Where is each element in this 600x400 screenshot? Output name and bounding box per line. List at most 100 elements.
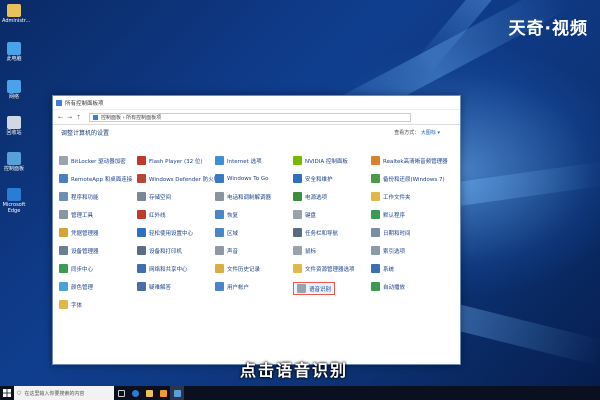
control-panel-item[interactable]: 设备管理器 (59, 246, 99, 255)
control-panel-item[interactable]: 疑难解答 (137, 282, 171, 291)
breadcrumb[interactable]: 控制面板 › 所有控制面板项 (89, 112, 411, 122)
control-panel-item[interactable]: 管理工具 (59, 210, 93, 219)
control-panel-item-label: Windows Defender 防火墙 (149, 176, 220, 183)
up-arrow-icon[interactable]: ↑ (74, 114, 83, 121)
control-panel-item[interactable]: 备份和还原(Windows 7) (371, 174, 445, 183)
desktop-icon[interactable]: Microsoft Edge (2, 188, 26, 214)
control-panel-item[interactable]: 日期和时间 (371, 228, 411, 237)
control-panel-item[interactable]: Internet 选项 (215, 156, 262, 165)
control-panel-item[interactable]: 轻松使用设置中心 (137, 228, 193, 237)
control-panel-item[interactable]: 安全和维护 (293, 174, 333, 183)
control-panel-item[interactable]: 网络和共享中心 (137, 264, 188, 273)
control-panel-item[interactable]: 文件历史记录 (215, 264, 260, 273)
control-panel-item[interactable]: RemoteApp 和桌面连接 (59, 174, 132, 183)
control-panel-item-label: 凭据管理器 (71, 230, 99, 237)
control-panel-item-label: RemoteApp 和桌面连接 (71, 176, 133, 183)
control-panel-items: BitLocker 驱动器加密 Flash Player (32 位) Intern… (53, 152, 460, 352)
control-panel-item[interactable]: 设备和打印机 (137, 246, 182, 255)
control-panel-item[interactable]: 存储空间 (137, 192, 171, 201)
title-bar[interactable]: 所有控制面板项 (53, 96, 460, 110)
control-panel-item[interactable]: Flash Player (32 位) (137, 156, 203, 165)
control-panel-item[interactable]: 任务栏和导航 (293, 228, 338, 237)
control-panel-item-label: 疑难解答 (149, 284, 172, 291)
taskbar: ○ 在这里输入你要搜索的内容 (0, 386, 600, 400)
troubleshooting-icon (137, 282, 146, 291)
nvidia-icon (293, 156, 302, 165)
control-panel-item-label: 管理工具 (71, 212, 94, 219)
forward-arrow-icon[interactable]: → (65, 114, 74, 121)
programs-icon (59, 192, 68, 201)
view-by-value[interactable]: 大图标 ▾ (421, 130, 440, 136)
control-panel-item-label: 程序和功能 (71, 194, 99, 201)
control-panel-item[interactable]: 键盘 (293, 210, 316, 219)
storage-spaces-icon (137, 192, 146, 201)
start-button[interactable] (0, 386, 14, 400)
control-panel-item[interactable]: 区域 (215, 228, 238, 237)
control-panel-item-label: Internet 选项 (227, 158, 262, 165)
control-panel-item[interactable]: 工作文件夹 (371, 192, 411, 201)
control-panel-item-label: 日期和时间 (383, 230, 411, 237)
control-panel-item-label: 默认程序 (383, 212, 406, 219)
control-panel-item[interactable]: 颜色管理 (59, 282, 93, 291)
control-panel-item[interactable]: 索引选项 (371, 246, 405, 255)
desktop-icon[interactable]: 控制面板 (2, 152, 26, 172)
control-panel-item-label: 红外线 (149, 212, 166, 219)
task-view-button[interactable] (114, 386, 128, 400)
realtek-audio-icon (371, 156, 380, 165)
control-panel-item[interactable]: 红外线 (137, 210, 166, 219)
control-panel-item[interactable]: Windows To Go (215, 174, 268, 183)
control-panel-item[interactable]: 用户帐户 (215, 282, 249, 291)
backup-icon (371, 174, 380, 183)
region-icon (215, 228, 224, 237)
control-panel-item-label: NVIDIA 控制面板 (305, 158, 348, 165)
control-panel-item[interactable]: 字体 (59, 300, 82, 309)
back-arrow-icon[interactable]: ← (56, 114, 65, 121)
desktop-icon[interactable]: 回收站 (2, 116, 26, 136)
view-by-control[interactable]: 查看方式： 大图标 ▾ (394, 129, 440, 136)
control-panel-item[interactable]: 语音识别 (293, 282, 336, 295)
control-panel-item[interactable]: 鼠标 (293, 246, 316, 255)
sound-icon (215, 246, 224, 255)
control-panel-item[interactable]: 同步中心 (59, 264, 93, 273)
control-panel-item[interactable]: 默认程序 (371, 210, 405, 219)
desktop-icon[interactable]: 此电脑 (2, 42, 26, 62)
control-panel-item[interactable]: 声音 (215, 246, 238, 255)
control-panel-item[interactable]: NVIDIA 控制面板 (293, 156, 348, 165)
edge-taskbar-button[interactable] (128, 386, 142, 400)
control-panel-item-label: 存储空间 (149, 194, 172, 201)
taskbar-search-input[interactable]: ○ 在这里输入你要搜索的内容 (14, 386, 114, 400)
control-panel-item[interactable]: Realtek高清晰音频管理器 (371, 156, 448, 165)
address-bar: ← → ↑ 控制面板 › 所有控制面板项 (53, 110, 460, 125)
taskbar-icon (293, 228, 302, 237)
control-panel-item[interactable]: 凭据管理器 (59, 228, 99, 237)
microphone-icon (297, 284, 306, 293)
control-panel-item-label: 系统 (383, 266, 395, 273)
control-panel-item[interactable]: 程序和功能 (59, 192, 99, 201)
control-panel-item-label: 备份和还原(Windows 7) (383, 176, 445, 183)
desktop-icon[interactable]: 网络 (2, 80, 26, 100)
control-panel-item-label: 设备管理器 (71, 248, 99, 255)
control-panel-item[interactable]: 文件资源管理器选项 (293, 264, 355, 273)
explorer-taskbar-button[interactable] (142, 386, 156, 400)
control-panel-item-label: Realtek高清晰音频管理器 (383, 158, 448, 165)
control-panel-taskbar-button[interactable] (170, 386, 184, 400)
control-panel-item[interactable]: 系统 (371, 264, 394, 273)
color-management-icon (59, 282, 68, 291)
control-panel-item[interactable]: 自动播放 (371, 282, 405, 291)
control-panel-item[interactable]: Windows Defender 防火墙 (137, 174, 219, 183)
control-panel-item[interactable]: 电话和调制解调器 (215, 192, 271, 201)
store-taskbar-button[interactable] (156, 386, 170, 400)
control-panel-item[interactable]: BitLocker 驱动器加密 (59, 156, 126, 165)
desktop-icon[interactable]: Administr... (2, 4, 30, 24)
desktop: Administr... 此电脑 网络 回收站 控制面板 Microsoft Edge 天… (0, 0, 600, 386)
network-icon (7, 80, 21, 93)
control-panel-item[interactable]: 恢复 (215, 210, 238, 219)
date-time-icon (371, 228, 380, 237)
bitlocker-icon (59, 156, 68, 165)
control-panel-item-label: 颜色管理 (71, 284, 94, 291)
infrared-icon (137, 210, 146, 219)
control-panel-item-label: 鼠标 (305, 248, 317, 255)
control-panel-item-label: 键盘 (305, 212, 317, 219)
control-panel-item[interactable]: 电源选项 (293, 192, 327, 201)
phone-modem-icon (215, 192, 224, 201)
